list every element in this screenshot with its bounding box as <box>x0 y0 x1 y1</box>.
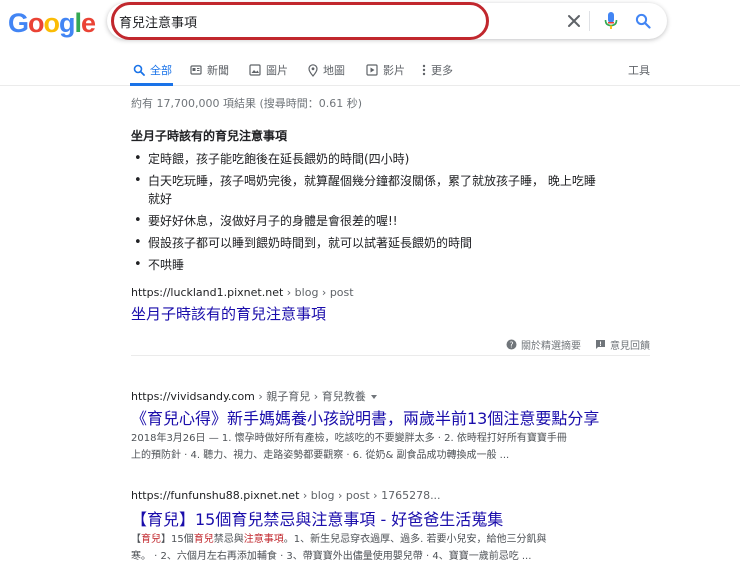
query-highlight: 育兒 <box>141 534 161 545</box>
search-input[interactable] <box>119 11 479 31</box>
list-item: 要好好休息，沒做好月子的身體是會很差的喔!! <box>131 212 671 230</box>
microphone-icon <box>604 12 618 29</box>
about-featured-snippet-link[interactable]: ? 關於精選摘要 <box>506 337 581 352</box>
logo-letter: G <box>8 8 29 38</box>
query-highlight: 育兒 <box>193 534 214 545</box>
url-breadcrumb: › 親子育兒 › 育兒教養 <box>254 390 366 403</box>
result-url: https://vividsandy.com › 親子育兒 › 育兒教養 <box>131 388 377 404</box>
tab-label: 圖片 <box>266 64 288 77</box>
clear-button[interactable] <box>562 9 586 33</box>
voice-search-button[interactable] <box>599 9 623 33</box>
search-box <box>107 2 667 40</box>
query-highlight: 注意事項 <box>243 534 284 545</box>
svg-text:?: ? <box>509 340 513 349</box>
list-item: 不哄睡 <box>131 256 671 274</box>
google-logo[interactable]: Google <box>8 8 96 38</box>
help-icon: ? <box>506 339 517 350</box>
tab-images[interactable]: 圖片 <box>249 60 288 80</box>
result-title[interactable]: 【育兒】15個育兒禁忌與注意事項 - 好爸爸生活蒐集 <box>131 506 503 530</box>
tab-label: 全部 <box>150 64 172 77</box>
result-title[interactable]: 《育兒心得》新手媽媽養小孩說明書，兩歲半前13個注意要點分享 <box>131 405 599 429</box>
url-domain: https://funfunshu88.pixnet.net <box>131 489 300 502</box>
divider <box>131 355 650 356</box>
chevron-down-icon[interactable] <box>370 395 377 399</box>
map-pin-icon <box>308 63 318 77</box>
list-item: 假設孩子都可以睡到餵奶時間到，就可以試著延長餵奶的時間 <box>131 234 671 252</box>
search-icon <box>635 13 651 29</box>
result-stats: 約有 17,700,000 項結果 (搜尋時間：0.61 秒) <box>131 97 363 110</box>
list-item: 定時餵，孩子能吃飽後在延長餵奶的時間(四小時) <box>131 150 671 168</box>
tab-label: 地圖 <box>323 64 345 77</box>
result-url: https://funfunshu88.pixnet.net › blog › … <box>131 489 441 502</box>
list-item: 白天吃玩睡，孩子喝奶完後，就算醒個幾分鐘都沒關係，累了就放孩子睡， 晚上吃睡就好 <box>131 172 671 208</box>
tab-maps[interactable]: 地圖 <box>308 60 345 80</box>
search-button[interactable] <box>631 9 655 33</box>
tab-label: 影片 <box>383 64 405 77</box>
featured-result-url: https://luckland1.pixnet.net › blog › po… <box>131 286 354 299</box>
more-vertical-icon <box>422 64 426 76</box>
featured-snippet-list: 定時餵，孩子能吃飽後在延長餵奶的時間(四小時) 白天吃玩睡，孩子喝奶完後，就算醒… <box>131 150 671 278</box>
tab-all[interactable]: 全部 <box>133 60 172 80</box>
featured-result-title[interactable]: 坐月子時該有的育兒注意事項 <box>131 303 326 324</box>
active-tab-indicator <box>130 83 173 86</box>
result-description: 2018年3月26日 — 1. 懷孕時做好所有產檢，吃該吃的不要變胖太多 · 2… <box>131 433 567 461</box>
search-icon <box>133 64 145 76</box>
logo-letter: o <box>43 8 60 38</box>
feedback-icon <box>596 340 605 349</box>
url-domain: https://vividsandy.com <box>131 390 255 403</box>
url-breadcrumb: › blog › post <box>283 286 354 299</box>
feedback-link[interactable]: 意見回饋 <box>595 337 650 352</box>
close-icon <box>568 15 580 27</box>
featured-snippet-heading: 坐月子時該有的育兒注意事項 <box>131 129 288 143</box>
tab-videos[interactable]: 影片 <box>366 60 405 80</box>
video-icon <box>366 64 378 76</box>
result-description: 【育兒】15個育兒禁忌與注意事項。1、新生兒忌穿衣過厚、過多. 若要小兒安，給他… <box>131 534 547 561</box>
url-breadcrumb: › blog › post › 1765278... <box>299 489 441 502</box>
tab-news[interactable]: 新聞 <box>190 60 229 80</box>
newspaper-icon <box>190 65 202 75</box>
logo-letter: e <box>81 8 96 38</box>
logo-letter: o <box>28 8 44 38</box>
logo-letter: g <box>59 8 75 38</box>
image-icon <box>249 64 261 76</box>
tab-label: 更多 <box>431 64 453 77</box>
tab-more[interactable]: 更多 <box>422 60 453 80</box>
tools-button[interactable]: 工具 <box>628 60 650 80</box>
tab-label: 新聞 <box>207 64 229 77</box>
snippet-feedback-bar: ? 關於精選摘要 意見回饋 <box>506 337 650 352</box>
search-divider <box>589 11 590 31</box>
url-domain: https://luckland1.pixnet.net <box>131 286 284 299</box>
search-tabs: 全部 新聞 圖片 地圖 影片 更多 工具 <box>0 56 740 86</box>
